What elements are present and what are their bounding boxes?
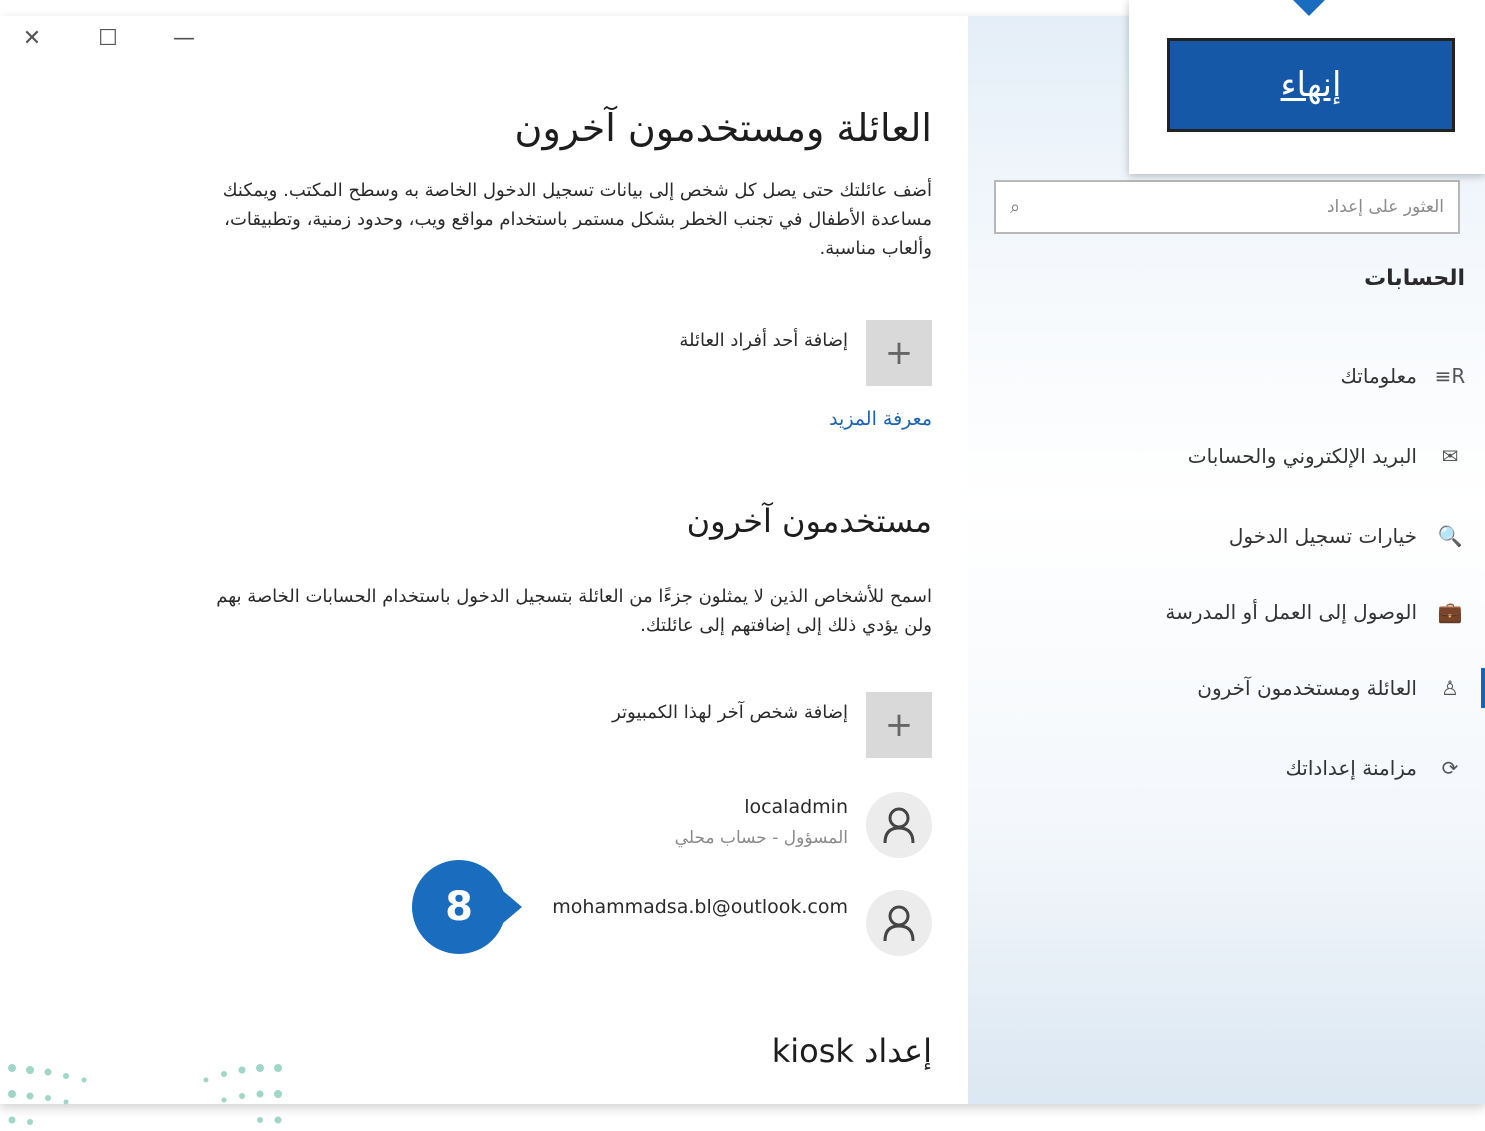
person-icon <box>866 890 932 956</box>
person-icon <box>866 792 932 858</box>
nav-item-label: معلوماتك <box>1340 364 1417 388</box>
page-title: العائلة ومستخدمون آخرون <box>514 106 932 150</box>
search-icon: ⌕ <box>1010 196 1021 218</box>
nav-item-sync-settings[interactable]: ⟳ مزامنة إعداداتك <box>1027 748 1467 788</box>
nav-item-label: الوصول إلى العمل أو المدرسة <box>1165 600 1417 624</box>
sync-icon: ⟳ <box>1441 756 1459 780</box>
learn-more-link[interactable]: معرفة المزيد <box>829 408 932 430</box>
other-users-description: اسمح للأشخاص الذين لا يمثلون جزءًا من ال… <box>216 586 932 636</box>
search-placeholder: العثور على إعداد <box>1326 197 1444 217</box>
nav-heading: الحسابات <box>1364 266 1465 291</box>
nav-item-label: البريد الإلكتروني والحسابات <box>1187 444 1417 468</box>
settings-window: ✕ ☐ — العائلة ومستخدمون آخرون أضف عائلتك… <box>0 0 1485 1104</box>
nav-item-label: خيارات تسجيل الدخول <box>1228 524 1417 548</box>
account-localadmin-name[interactable]: localadmin <box>744 796 848 818</box>
maximize-icon[interactable]: ☐ <box>90 24 126 54</box>
account-localadmin-type: المسؤول - حساب محلي <box>674 828 848 848</box>
add-family-button[interactable]: إضافة أحد أفراد العائلة <box>679 330 848 351</box>
briefcase-icon: 💼 <box>1437 600 1463 624</box>
mail-icon: ✉ <box>1441 444 1459 468</box>
add-other-user-button[interactable]: إضافة شخص آخر لهذا الكمبيوتر <box>612 702 848 723</box>
close-icon[interactable]: ✕ <box>14 24 50 54</box>
nav-item-label: مزامنة إعداداتك <box>1285 756 1417 780</box>
step-badge: 8 <box>412 860 506 954</box>
callout-pointer <box>1287 0 1331 16</box>
settings-search-input[interactable]: العثور على إعداد ⌕ <box>994 180 1460 234</box>
nav-item-family-other-users[interactable]: ♙ العائلة ومستخدمون آخرون <box>1027 668 1467 708</box>
other-users-title: مستخدمون آخرون <box>686 502 932 540</box>
window-controls: ✕ ☐ — <box>14 24 202 54</box>
decorative-dots <box>8 1064 282 1125</box>
finish-popup: إنهاء <box>1129 0 1485 174</box>
add-family-plus-icon[interactable]: + <box>866 320 932 386</box>
add-other-plus-icon[interactable]: + <box>866 692 932 758</box>
nav-item-email-accounts[interactable]: ✉ البريد الإلكتروني والحسابات <box>1027 436 1467 476</box>
key-icon: 🔍 <box>1437 524 1463 548</box>
kiosk-title: إعداد kiosk <box>771 1032 932 1070</box>
nav-item-your-info[interactable]: R≡ معلوماتك <box>1027 356 1467 396</box>
step-badge-pointer <box>496 885 522 929</box>
main-content: العائلة ومستخدمون آخرون أضف عائلتك حتى ي… <box>180 16 932 1104</box>
user-info-icon: R≡ <box>1434 364 1466 388</box>
nav-item-label: العائلة ومستخدمون آخرون <box>1197 676 1417 700</box>
nav-selected-indicator <box>1481 668 1485 708</box>
finish-button[interactable]: إنهاء <box>1167 38 1455 132</box>
person-icon: ♙ <box>1441 676 1459 700</box>
screenshot-stage: ✕ ☐ — العائلة ومستخدمون آخرون أضف عائلتك… <box>0 0 1485 1131</box>
account-outlook-name[interactable]: mohammadsa.bl@outlook.com <box>552 896 848 918</box>
settings-nav-pane: العثور على إعداد ⌕ الحسابات R≡ معلوماتك … <box>968 16 1485 1104</box>
nav-item-sign-in-options[interactable]: 🔍 خيارات تسجيل الدخول <box>1027 516 1467 556</box>
nav-item-work-school[interactable]: 💼 الوصول إلى العمل أو المدرسة <box>1027 592 1467 632</box>
family-description: أضف عائلتك حتى يصل كل شخص إلى بيانات تسج… <box>222 180 932 259</box>
